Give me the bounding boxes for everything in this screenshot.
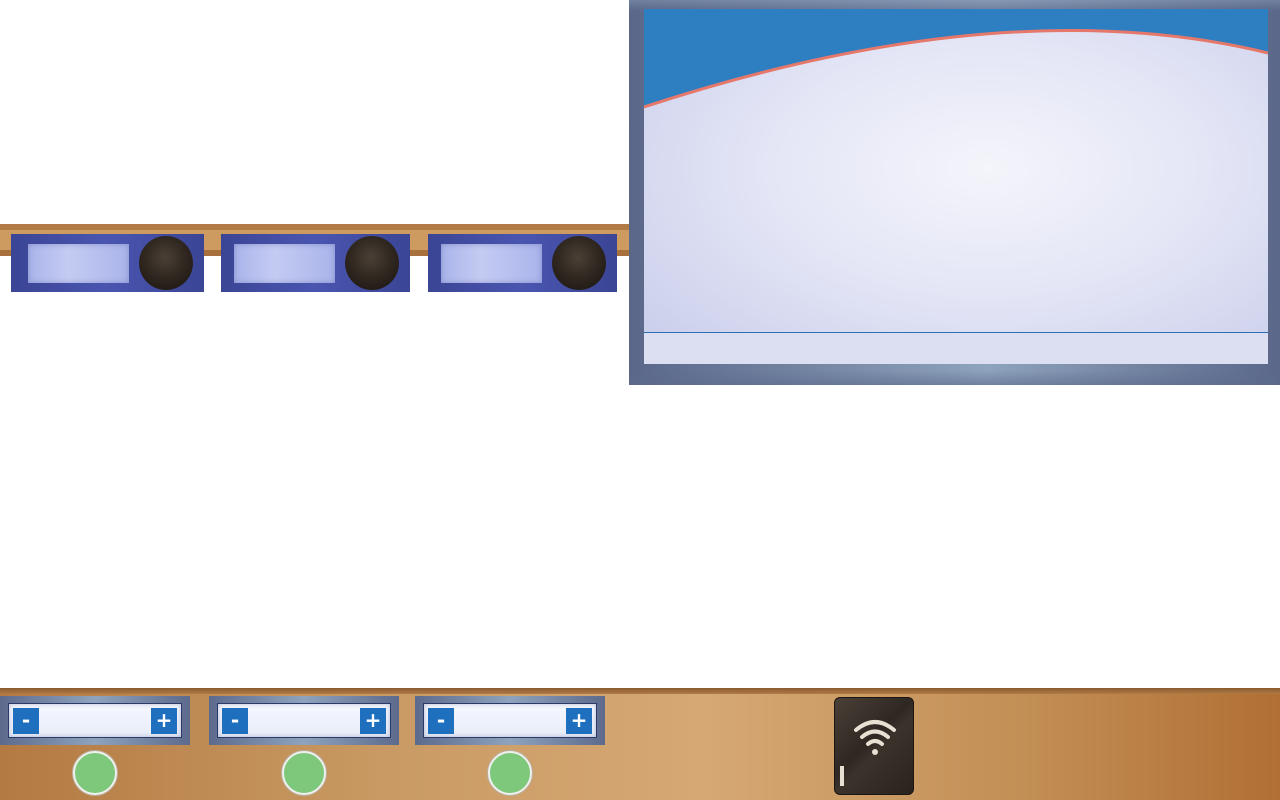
status-indicator-2[interactable] [282, 751, 326, 795]
monitor-frame [629, 0, 1280, 385]
control-bar [0, 688, 1280, 800]
slot-3[interactable] [428, 234, 617, 292]
slot-knob[interactable] [139, 236, 193, 290]
stepper-3: - + [415, 696, 605, 745]
increment-button[interactable]: + [566, 708, 592, 734]
stepper-field[interactable]: - + [8, 703, 182, 738]
slot-knob[interactable] [345, 236, 399, 290]
slot-window [441, 244, 542, 283]
status-indicator-1[interactable] [73, 751, 117, 795]
increment-button[interactable]: + [151, 708, 177, 734]
decrement-button[interactable]: - [428, 708, 454, 734]
screen-footer [644, 332, 1268, 364]
stepper-field[interactable]: - + [423, 703, 597, 738]
decrement-button[interactable]: - [222, 708, 248, 734]
wifi-button[interactable] [834, 697, 914, 795]
slot-window [234, 244, 335, 283]
wifi-icon [854, 720, 896, 755]
decrement-button[interactable]: - [13, 708, 39, 734]
wifi-level-tick [840, 766, 844, 786]
display-screen [644, 9, 1268, 364]
stepper-field[interactable]: - + [217, 703, 391, 738]
stepper-2: - + [209, 696, 399, 745]
status-indicator-3[interactable] [488, 751, 532, 795]
increment-button[interactable]: + [360, 708, 386, 734]
slot-1[interactable] [11, 234, 204, 292]
slot-knob[interactable] [552, 236, 606, 290]
slot-window [28, 244, 129, 283]
slot-2[interactable] [221, 234, 410, 292]
screen-header-arc [644, 9, 1268, 109]
stepper-1: - + [0, 696, 190, 745]
